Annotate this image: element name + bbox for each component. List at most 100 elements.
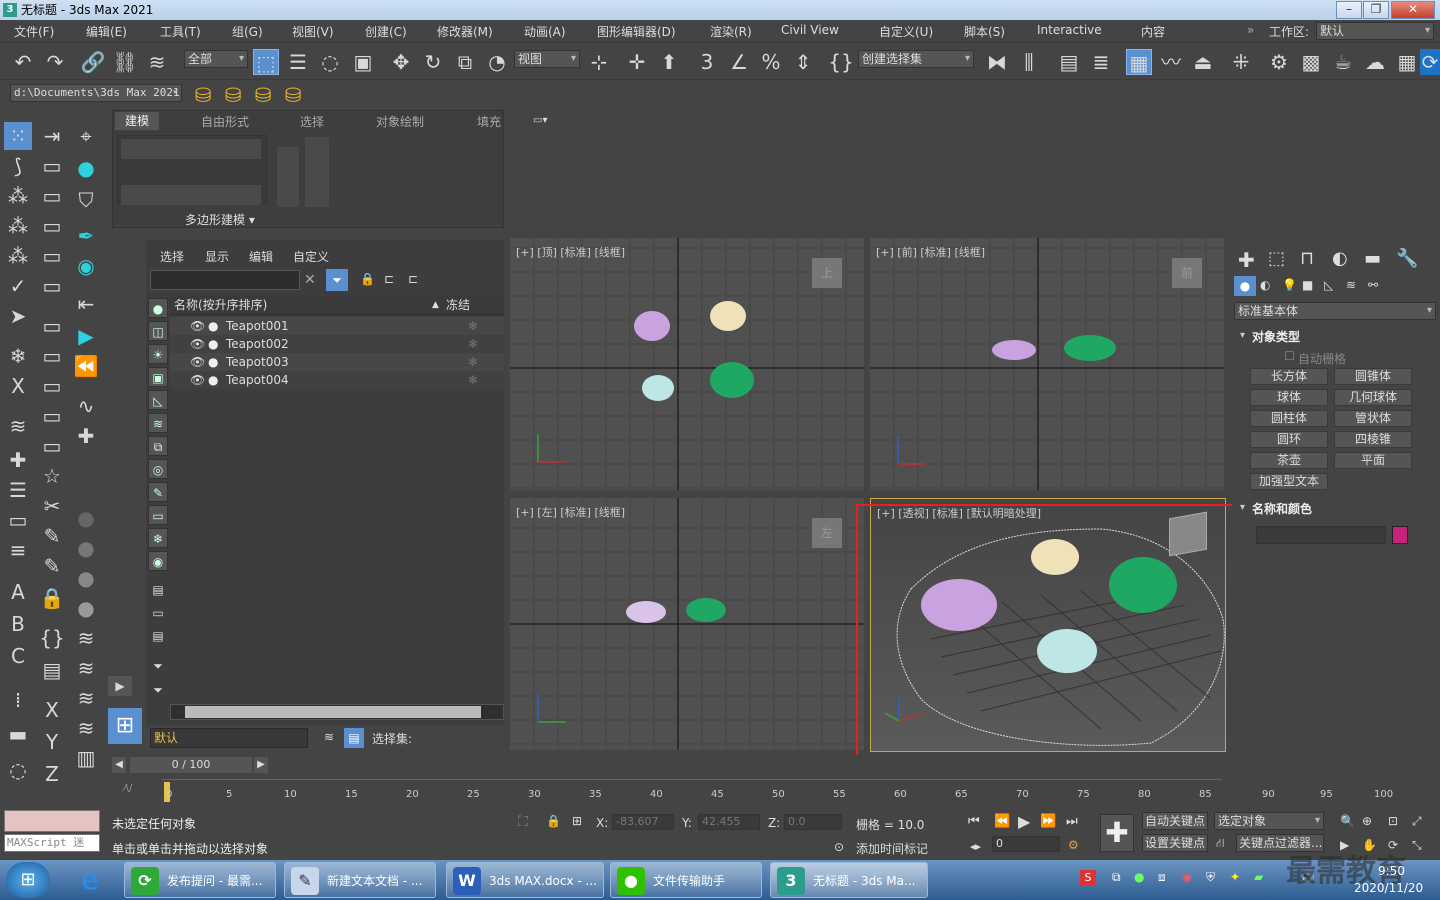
axis-z-icon[interactable]: Z xyxy=(38,760,66,788)
create-project-icon[interactable]: ⛁ xyxy=(250,82,276,108)
stack6-icon[interactable]: ▥ xyxy=(72,744,100,772)
orb-icon[interactable]: ◉ xyxy=(72,252,100,280)
hierarchy-tab-icon[interactable]: ⊓ xyxy=(1300,248,1314,269)
set-key-button[interactable]: 设置关键点 xyxy=(1142,834,1208,852)
se-col-name[interactable]: 名称(按升序排序) xyxy=(174,296,267,315)
disc-icon[interactable]: ● xyxy=(72,504,100,532)
curve-editor-mini-icon[interactable]: ⁄\/ xyxy=(124,783,132,794)
text-c-icon[interactable]: C xyxy=(4,642,32,670)
track-bar[interactable] xyxy=(162,779,1222,803)
text-a-icon[interactable]: A xyxy=(4,578,32,606)
scale-icon[interactable]: ⧉ xyxy=(452,49,478,75)
stack4-icon[interactable]: ≋ xyxy=(72,684,100,712)
teapot-green-left[interactable] xyxy=(686,598,726,622)
add-layer-icon[interactable]: ✚ xyxy=(4,446,32,474)
menu-scripting[interactable]: 脚本(S) xyxy=(964,23,1005,40)
angle-snap-icon[interactable]: ∠ xyxy=(726,49,752,75)
render-dot-icon[interactable]: ● xyxy=(208,353,218,371)
se-filter-containers-icon[interactable]: ▭ xyxy=(148,505,168,525)
move-icon[interactable]: ✥ xyxy=(388,49,414,75)
render-setup-icon[interactable]: ⚙ xyxy=(1266,49,1292,75)
snaps-toggle-icon[interactable]: 3 xyxy=(694,49,720,75)
brace-icon[interactable]: {} xyxy=(38,624,66,652)
autogrid-checkbox[interactable]: ☐ xyxy=(1284,349,1295,363)
layer-stack-icon[interactable]: ≡ xyxy=(4,536,32,564)
se-tab-select[interactable]: 选择 xyxy=(160,248,184,265)
material-editor-icon[interactable]: ⁜ xyxy=(1228,49,1254,75)
select-by-name-icon[interactable]: ☰ xyxy=(285,49,311,75)
zoom-all-icon[interactable]: ⊕ xyxy=(1362,814,1372,828)
tab-modeling[interactable]: 建模 xyxy=(115,112,160,130)
taskbar-item-3dsmax[interactable]: 3 无标题 - 3ds Ma... xyxy=(770,862,928,898)
zoom-extents-all-icon[interactable]: ⤢ xyxy=(1412,814,1422,829)
clock-time[interactable]: 9:50 xyxy=(1378,864,1405,878)
teapot-purple-left[interactable] xyxy=(626,601,666,623)
menu-civil-view[interactable]: Civil View xyxy=(781,23,839,37)
go-to-end-icon[interactable]: ⏭ xyxy=(1066,814,1078,829)
shrink-icon[interactable]: ⁂ xyxy=(4,242,32,270)
rollout-objtype-title[interactable]: 对象类型 xyxy=(1252,328,1300,345)
window-crossing-icon[interactable]: ▣ xyxy=(350,49,376,75)
z-coord-field[interactable]: 0.0 xyxy=(784,814,842,830)
category-dropdown[interactable]: 标准基本体 xyxy=(1234,302,1436,320)
named-selection-dropdown[interactable]: 创建选择集 xyxy=(858,50,974,68)
workspace-dropdown[interactable]: 默认 xyxy=(1316,22,1434,40)
disc4-icon[interactable]: ● xyxy=(72,594,100,622)
set-key-big-icon[interactable]: ✚ xyxy=(1100,814,1134,852)
ribbon-tool-column2[interactable] xyxy=(305,137,329,207)
object-color-swatch[interactable] xyxy=(1392,526,1408,544)
visibility-eye-icon[interactable]: 👁 xyxy=(190,371,205,389)
render-iterative-icon[interactable]: ☁ xyxy=(1362,49,1388,75)
teal-sphere-icon[interactable]: ● xyxy=(72,154,100,182)
hat-icon[interactable]: ⛉ xyxy=(72,186,100,214)
tab-selection[interactable]: 选择 xyxy=(300,113,324,130)
check-icon[interactable]: ✓ xyxy=(4,272,32,300)
menu-content[interactable]: 内容 xyxy=(1141,23,1165,40)
render-icon[interactable]: ☕ xyxy=(1330,49,1356,75)
visibility-eye-icon[interactable]: 👁 xyxy=(190,335,205,353)
tray-network-icon[interactable]: ⧉ xyxy=(1112,870,1121,885)
select-object-icon[interactable]: ⬚ xyxy=(253,49,279,75)
edit-icon[interactable]: ✎ xyxy=(38,522,66,550)
teapot-cyan-top[interactable] xyxy=(642,375,674,401)
maximize-button[interactable]: ❐ xyxy=(1363,1,1389,19)
menu-customize[interactable]: 自定义(U) xyxy=(879,23,933,40)
time-slider[interactable]: 0 / 100 xyxy=(130,757,252,773)
clear-search-icon[interactable]: ✕ xyxy=(304,272,316,288)
tab-populate[interactable]: 填充 xyxy=(477,113,501,130)
torus-button[interactable]: 圆环 xyxy=(1250,431,1328,448)
utilities-tab-icon[interactable]: 🔧 xyxy=(1396,248,1418,269)
enter-icon[interactable]: ⇥ xyxy=(38,122,66,150)
paint-select-icon[interactable]: ⁂ xyxy=(4,182,32,210)
time-config-icon[interactable]: ⚙ xyxy=(1068,838,1079,852)
taskbar-item-browser[interactable]: ⟳ 发布提问 - 最需... xyxy=(124,862,276,898)
se-layer-icon[interactable]: ≋ xyxy=(324,730,334,744)
viewport-left[interactable]: [+] [左] [标准] [线框] 左 xyxy=(510,498,864,750)
ribbon-tool-row2[interactable] xyxy=(121,185,261,205)
menu-modifiers[interactable]: 修改器(M) xyxy=(437,23,493,40)
go-to-start-icon[interactable]: ⏮ xyxy=(968,814,980,829)
rect10-icon[interactable]: ▭ xyxy=(38,432,66,460)
se-filter-funnel2-icon[interactable]: ⏷ xyxy=(148,680,168,700)
open-project-icon[interactable]: ⛁ xyxy=(220,82,246,108)
layer-explorer-icon[interactable]: ▤ xyxy=(1056,49,1082,75)
geometry-icon[interactable]: ● xyxy=(1234,276,1256,296)
clock-date[interactable]: 2020/11/20 xyxy=(1354,881,1423,895)
se-filter-hidden-icon[interactable]: ◉ xyxy=(148,551,168,571)
rect2-icon[interactable]: ▭ xyxy=(38,182,66,210)
rendered-frame-icon[interactable]: ▩ xyxy=(1298,49,1324,75)
teapot-green-top[interactable] xyxy=(710,362,754,398)
stack3-icon[interactable]: ≋ xyxy=(72,654,100,682)
teapot-button[interactable]: 茶壶 xyxy=(1250,452,1328,469)
se-filter-helpers-icon[interactable]: ◺ xyxy=(148,390,168,410)
close-button[interactable]: ✕ xyxy=(1391,1,1435,19)
se-tab-customize[interactable]: 自定义 xyxy=(293,248,329,265)
cone-button[interactable]: 圆锥体 xyxy=(1334,368,1412,385)
ref-coord-dropdown[interactable]: 视图 xyxy=(514,50,580,68)
grow-icon[interactable]: ⁂ xyxy=(4,212,32,240)
freeze-snowflake-icon[interactable]: ❄ xyxy=(468,317,478,335)
se-display-none-icon[interactable]: ▭ xyxy=(148,603,168,623)
absolute-mode-icon[interactable]: ⊞ xyxy=(572,814,582,828)
object-name-input[interactable] xyxy=(1256,526,1386,544)
layer-edit-icon[interactable]: ▤ xyxy=(38,656,66,684)
